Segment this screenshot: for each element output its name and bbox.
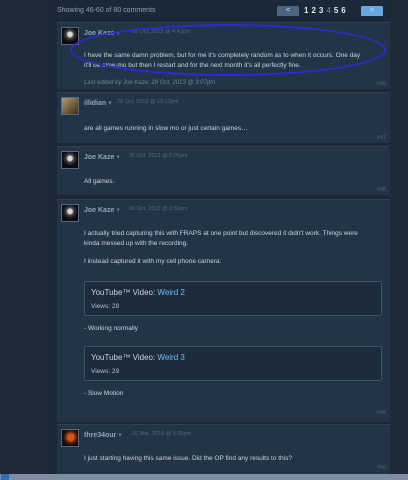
youtube-embed[interactable]: YouTube™ Video: Weird 3 Views: 29 [84,346,382,381]
video-views: Views: 29 [91,368,120,375]
video-link[interactable]: Weird 3 [157,353,184,362]
taskbar [0,474,408,480]
comment-49: Joe Kaze ▾ 30 Oct, 2013 @ 6:59pm I actual… [57,199,390,422]
comment-48: Joe Kaze ▾ 30 Oct, 2013 @ 6:05pm All game… [57,146,390,195]
comment-line: I just starting having this same issue. … [84,455,292,462]
page-link-6[interactable]: 6 [341,6,345,15]
page-link-3[interactable]: 3 [319,6,323,15]
page-link-1[interactable]: 1 [304,6,308,15]
comment-text: I instead captured it with my cell phone… [84,257,384,267]
comment-text: are all games running in slow mo or just… [84,124,384,134]
page-numbers: 123456 [304,6,349,16]
start-button[interactable] [1,474,9,480]
prev-page-button[interactable]: < [277,6,299,16]
comment-author[interactable]: Joe Kaze ▾ [84,153,120,161]
video-views: Views: 28 [91,303,120,310]
comment-date: 16 Mar, 2014 @ 5:28pm [132,431,192,437]
page-link-2[interactable]: 2 [311,6,315,15]
comment-text: I actually tried capturing this with FRA… [84,229,384,249]
comment-line: are all games running in slow mo or just… [84,125,248,132]
page-current-4: 4 [326,6,331,15]
edited-note: Last edited by Joe Kaze; 28 Oct, 2013 @ … [84,80,216,86]
showing-count: Showing 46-60 of 80 comments [57,7,156,14]
comment-pager: Showing 46-60 of 80 comments < 123456 > [48,3,390,19]
comment-50: thre34our ▾ 16 Mar, 2014 @ 5:28pm I just … [57,424,390,475]
comment-line: I instead captured it with my cell phone… [84,258,222,265]
comment-text: I just starting having this same issue. … [84,454,384,464]
comment-number[interactable]: #47 [377,135,386,141]
video-title: YouTube™ Video: Weird 3 [91,353,185,362]
comment-line: kinda messed up with the recording. [84,240,189,247]
flame-avatar[interactable] [61,429,79,447]
comment-number[interactable]: #49 [377,410,386,416]
video-title: YouTube™ Video: Weird 2 [91,288,185,297]
comment-line: All games. [84,178,115,185]
chevron-down-icon[interactable]: ▾ [116,207,120,214]
page-link-5[interactable]: 5 [334,6,338,15]
comment-line: I actually tried capturing this with FRA… [84,230,358,237]
comment-author[interactable]: illidian ▾ [84,99,112,107]
comment-number[interactable]: #48 [377,187,386,193]
comment-number[interactable]: #46 [377,81,386,87]
video-link[interactable]: Weird 2 [157,288,184,297]
dark-figure-avatar[interactable] [61,151,79,169]
dark-figure-avatar[interactable] [61,204,79,222]
comment-date: 28 Oct, 2013 @ 10:13pm [117,99,179,105]
chevron-down-icon[interactable]: ▾ [116,154,120,161]
chevron-down-icon[interactable]: ▾ [118,432,122,439]
next-page-button[interactable]: > [361,6,383,16]
video-caption: - Working normally [84,325,139,332]
video-caption: - Slow Motion [84,390,124,397]
comment-date: 30 Oct, 2013 @ 6:59pm [129,206,188,212]
comment-47: illidian ▾ 28 Oct, 2013 @ 10:13pm are all… [57,92,390,143]
comment-date: 30 Oct, 2013 @ 6:05pm [129,153,188,159]
comment-number[interactable]: #50 [377,465,386,471]
comment-author[interactable]: Joe Kaze ▾ [84,206,120,214]
chevron-down-icon[interactable]: ▾ [108,100,112,107]
comment-author[interactable]: thre34our ▾ [84,431,122,439]
youtube-embed[interactable]: YouTube™ Video: Weird 2 Views: 28 [84,281,382,316]
highlight-oval [70,24,386,76]
portrait-avatar[interactable] [61,97,79,115]
comments-panel: Showing 46-60 of 80 comments < 123456 > … [48,0,390,480]
comment-text: All games. [84,177,384,187]
